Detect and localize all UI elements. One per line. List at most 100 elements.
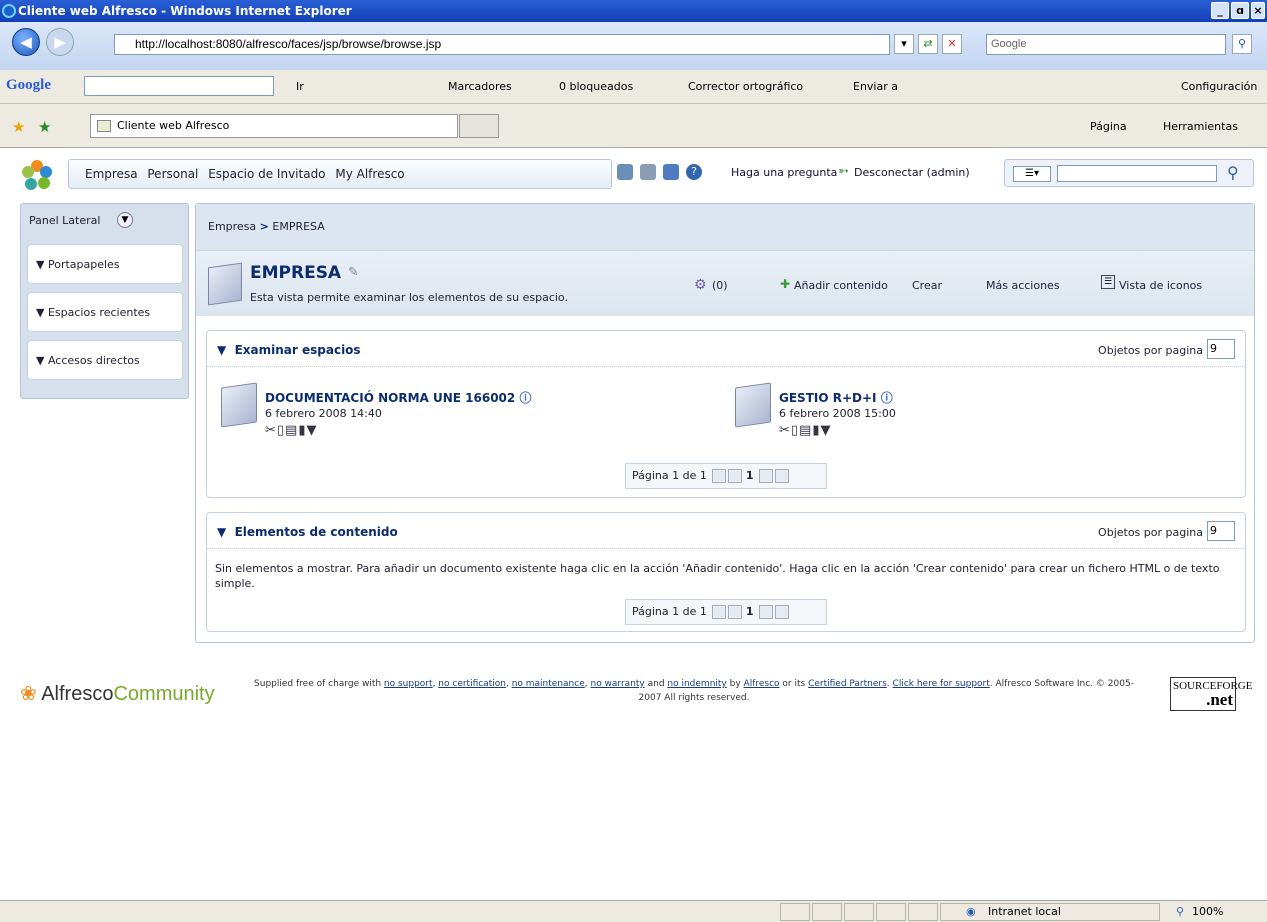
per-page-input[interactable]: 9 (1207, 521, 1235, 541)
favorites-star-icon[interactable]: ★ (12, 118, 25, 136)
settings-menu[interactable]: Configuración (1181, 80, 1257, 93)
space-name[interactable]: DOCUMENTACIÓ NORMA UNE 166002 ⓘ (265, 389, 531, 406)
alfresco-community-logo[interactable]: ❀ AlfrescoCommunity (20, 681, 215, 706)
rss-icon[interactable]: ⚙ (694, 277, 707, 293)
sourceforge-logo[interactable]: SOURCEFORGE .net (1170, 677, 1252, 711)
intranet-zone-icon: ◉ (966, 905, 976, 918)
space-name[interactable]: GESTIO R+D+I ⓘ (779, 389, 893, 406)
content-items-title[interactable]: ▼ Elementos de contenido (217, 525, 398, 539)
no-indemnity-link[interactable]: no indemnity (667, 679, 726, 689)
create-menu[interactable]: Crear (912, 279, 942, 292)
status-bar: ◉ Intranet local ⚲ 100% (0, 900, 1267, 922)
url-dropdown-icon[interactable]: ▾ (894, 34, 914, 54)
search-icon[interactable]: ⚲ (1232, 34, 1252, 54)
search-go-icon[interactable]: ⚲ (1227, 163, 1239, 182)
refresh-icon[interactable]: ⇄ (918, 34, 938, 54)
maximize-button[interactable]: ɑ (1231, 2, 1249, 19)
logout-link[interactable]: Desconectar (admin) (854, 166, 970, 179)
footer-notice: Supplied free of charge with no support,… (254, 679, 1134, 703)
search-box: ☰▾ ⚲ (1004, 159, 1254, 187)
alfresco-search-input[interactable] (1057, 165, 1217, 182)
space-icon (208, 262, 242, 306)
spellcheck-button[interactable]: Corrector ortográfico (688, 80, 803, 93)
page-menu[interactable]: Página (1090, 120, 1127, 133)
space-actions[interactable]: ✂▯▤▮▼ (779, 423, 831, 438)
first-page-icon[interactable] (712, 605, 727, 619)
main-panel: Empresa > EMPRESA EMPRESA ✎ Esta vista p… (195, 203, 1255, 643)
forward-button[interactable]: ▶ (46, 28, 74, 56)
prev-page-icon[interactable] (728, 605, 743, 619)
alfresco-link[interactable]: Alfresco (744, 679, 780, 689)
new-tab[interactable] (459, 114, 499, 138)
nav-my-alfresco[interactable]: My Alfresco (335, 167, 404, 181)
user-profile-icon[interactable] (640, 164, 656, 180)
next-page-icon[interactable] (759, 605, 774, 619)
stop-icon[interactable]: ✕ (942, 34, 962, 54)
no-certification-link[interactable]: no certification (438, 679, 506, 689)
sidebar-item-recent-spaces[interactable]: ▼ Espacios recientes (27, 292, 183, 332)
last-page-icon[interactable] (775, 469, 790, 483)
per-page-label: Objetos por pagina (1098, 526, 1203, 539)
spaces-pager: Página 1 de 1 1 (625, 463, 827, 489)
go-button[interactable]: Ir (296, 80, 304, 93)
sidebar-title[interactable]: Panel Lateral (29, 214, 100, 227)
certified-partners-link[interactable]: Certified Partners (808, 679, 887, 689)
toggle-shelf-icon[interactable] (663, 164, 679, 180)
alfresco-logo-icon (22, 160, 52, 190)
prev-page-icon[interactable] (728, 469, 743, 483)
nav-guest-space[interactable]: Espacio de Invitado (208, 167, 325, 181)
breadcrumb-current[interactable]: EMPRESA (272, 220, 324, 233)
space-actions[interactable]: ✂▯▤▮▼ (265, 423, 317, 438)
alfresco-header: Empresa Personal Espacio de Invitado My … (8, 150, 1258, 202)
first-page-icon[interactable] (712, 469, 727, 483)
security-zone[interactable]: Intranet local (988, 905, 1061, 918)
popups-blocked[interactable]: 0 bloqueados (559, 80, 633, 93)
breadcrumb-separator: > (259, 220, 269, 233)
more-actions-menu[interactable]: Más acciones (986, 279, 1060, 292)
google-search-field[interactable] (84, 76, 274, 96)
tab-alfresco[interactable]: Cliente web Alfresco (90, 114, 458, 138)
folder-icon[interactable] (221, 382, 257, 428)
close-button[interactable]: × (1251, 2, 1265, 19)
url-input[interactable]: http://localhost:8080/alfresco/faces/jsp… (114, 34, 890, 55)
no-support-link[interactable]: no support (384, 679, 433, 689)
tools-menu[interactable]: Herramientas (1163, 120, 1238, 133)
space-details-icon[interactable]: ✎ (348, 265, 359, 280)
sidebar-item-shortcuts[interactable]: ▼ Accesos directos (27, 340, 183, 380)
ask-question-link[interactable]: Haga una pregunta (731, 166, 837, 179)
view-mode-menu[interactable]: Vista de iconos (1119, 279, 1202, 292)
send-to-menu[interactable]: Enviar a (853, 80, 898, 93)
address-bar: ◀ ▶ http://localhost:8080/alfresco/faces… (0, 22, 1267, 70)
minimize-button[interactable]: _ (1211, 2, 1229, 19)
browse-spaces-title[interactable]: ▼ Examinar espacios (217, 343, 361, 357)
search-input[interactable]: Google (986, 34, 1226, 55)
info-icon[interactable]: ⓘ (881, 391, 893, 405)
last-page-icon[interactable] (775, 605, 790, 619)
current-page: 1 (745, 605, 754, 618)
support-link[interactable]: Click here for support (893, 679, 990, 689)
admin-console-icon[interactable] (617, 164, 633, 180)
no-warranty-link[interactable]: no warranty (590, 679, 644, 689)
search-options-icon[interactable]: ☰▾ (1013, 166, 1051, 182)
nav-empresa[interactable]: Empresa (85, 167, 138, 181)
folder-icon[interactable] (735, 382, 771, 428)
sidebar-item-clipboard[interactable]: ▼ Portapapeles (27, 244, 183, 284)
next-page-icon[interactable] (759, 469, 774, 483)
tab-label: Cliente web Alfresco (117, 119, 230, 132)
empty-message: Sin elementos a mostrar. Para añadir un … (215, 562, 1220, 590)
info-icon[interactable]: ⓘ (519, 391, 531, 405)
tab-row: ★ ★ Cliente web Alfresco Página Herramie… (0, 104, 1267, 148)
per-page-input[interactable]: 9 (1207, 339, 1235, 359)
bookmarks-menu[interactable]: Marcadores (448, 80, 512, 93)
sidebar-menu-icon[interactable]: ▼ (117, 212, 133, 228)
add-favorite-icon[interactable]: ★ (38, 118, 51, 136)
zoom-level[interactable]: 100% (1192, 905, 1223, 918)
nav-personal[interactable]: Personal (147, 167, 198, 181)
add-content-link[interactable]: Añadir contenido (794, 279, 888, 292)
no-maintenance-link[interactable]: no maintenance (512, 679, 585, 689)
space-date: 6 febrero 2008 14:40 (265, 407, 382, 420)
help-icon[interactable]: ? (686, 164, 702, 180)
breadcrumb-root[interactable]: Empresa (208, 220, 256, 233)
back-button[interactable]: ◀ (12, 28, 40, 56)
logo-mark-icon: ❀ (20, 683, 37, 705)
